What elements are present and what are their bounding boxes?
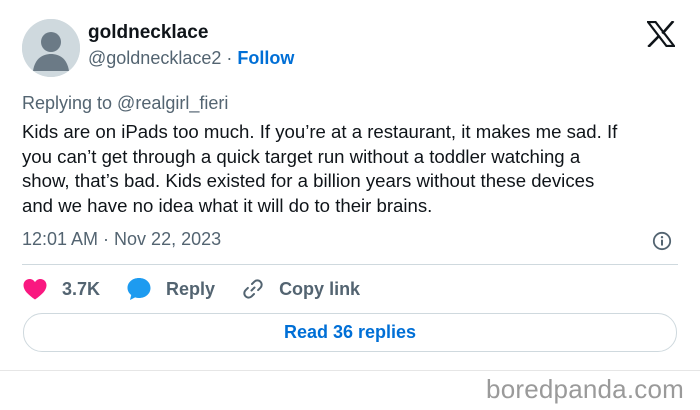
handle-line: @goldnecklace2 · Follow: [88, 46, 294, 70]
card-bottom-border: [0, 370, 700, 371]
copy-link-button[interactable]: Copy link: [241, 277, 360, 301]
reply-button[interactable]: Reply: [126, 276, 215, 302]
x-logo-icon[interactable]: [645, 20, 677, 48]
tweet-text: Kids are on iPads too much. If you’re at…: [22, 121, 618, 216]
copy-link-label: Copy link: [279, 278, 361, 299]
display-name[interactable]: goldnecklace: [88, 21, 208, 45]
heart-icon: [23, 279, 47, 300]
read-replies-button[interactable]: Read 36 replies: [23, 313, 677, 352]
page: goldnecklace @goldnecklace2 · Follow Rep…: [0, 0, 700, 410]
action-bar: 3.7K Reply Copy link: [22, 275, 386, 303]
tweet-card: goldnecklace @goldnecklace2 · Follow Rep…: [0, 0, 700, 370]
divider: [22, 264, 678, 265]
replying-to[interactable]: Replying to @realgirl_fieri: [22, 92, 228, 114]
default-avatar-icon: [22, 19, 80, 77]
info-icon[interactable]: [652, 231, 672, 251]
follow-button[interactable]: Follow: [237, 48, 294, 68]
speech-bubble-icon: [127, 278, 151, 300]
handle[interactable]: @goldnecklace2: [88, 48, 221, 68]
handle-separator: ·: [226, 48, 233, 68]
watermark: boredpanda.com: [486, 374, 684, 404]
reply-label: Reply: [166, 278, 216, 299]
link-icon: [243, 279, 263, 299]
timestamp[interactable]: 12:01 AM · Nov 22, 2023: [22, 228, 221, 250]
like-button[interactable]: 3.7K: [22, 277, 100, 301]
likes-count: 3.7K: [62, 278, 101, 299]
avatar[interactable]: [22, 19, 80, 77]
